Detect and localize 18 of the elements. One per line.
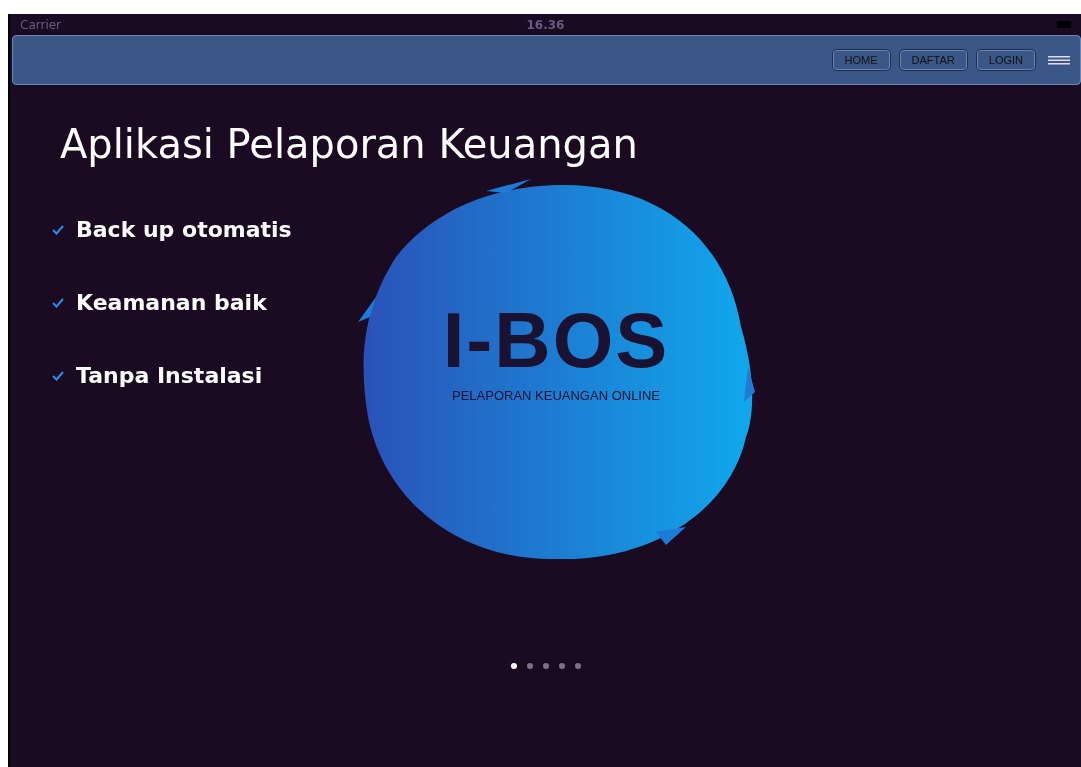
battery-icon bbox=[1057, 21, 1071, 28]
feature-label: Keamanan baik bbox=[76, 290, 267, 315]
page-dot[interactable] bbox=[526, 663, 533, 669]
feature-label: Tanpa Instalasi bbox=[76, 363, 263, 388]
nav-button[interactable]: HOME bbox=[831, 49, 891, 71]
page-dot[interactable] bbox=[558, 663, 565, 669]
nav-button[interactable]: LOGIN bbox=[975, 49, 1036, 71]
menu-icon[interactable] bbox=[1048, 55, 1070, 65]
page-dot[interactable] bbox=[542, 663, 549, 669]
nav-button[interactable]: DAFTAR bbox=[898, 49, 968, 71]
feature-label: Back up otomatis bbox=[76, 217, 292, 242]
page-dot[interactable] bbox=[510, 663, 517, 669]
clock: 16.36 bbox=[526, 17, 565, 32]
carrier-label: Carrier bbox=[20, 17, 62, 32]
page-title: Aplikasi Pelaporan Keuangan bbox=[60, 121, 639, 167]
page-dot[interactable] bbox=[574, 663, 581, 669]
logo-tagline: PELAPORAN KEUANGAN ONLINE bbox=[451, 388, 661, 403]
logo-title: I-BOS bbox=[442, 295, 670, 386]
